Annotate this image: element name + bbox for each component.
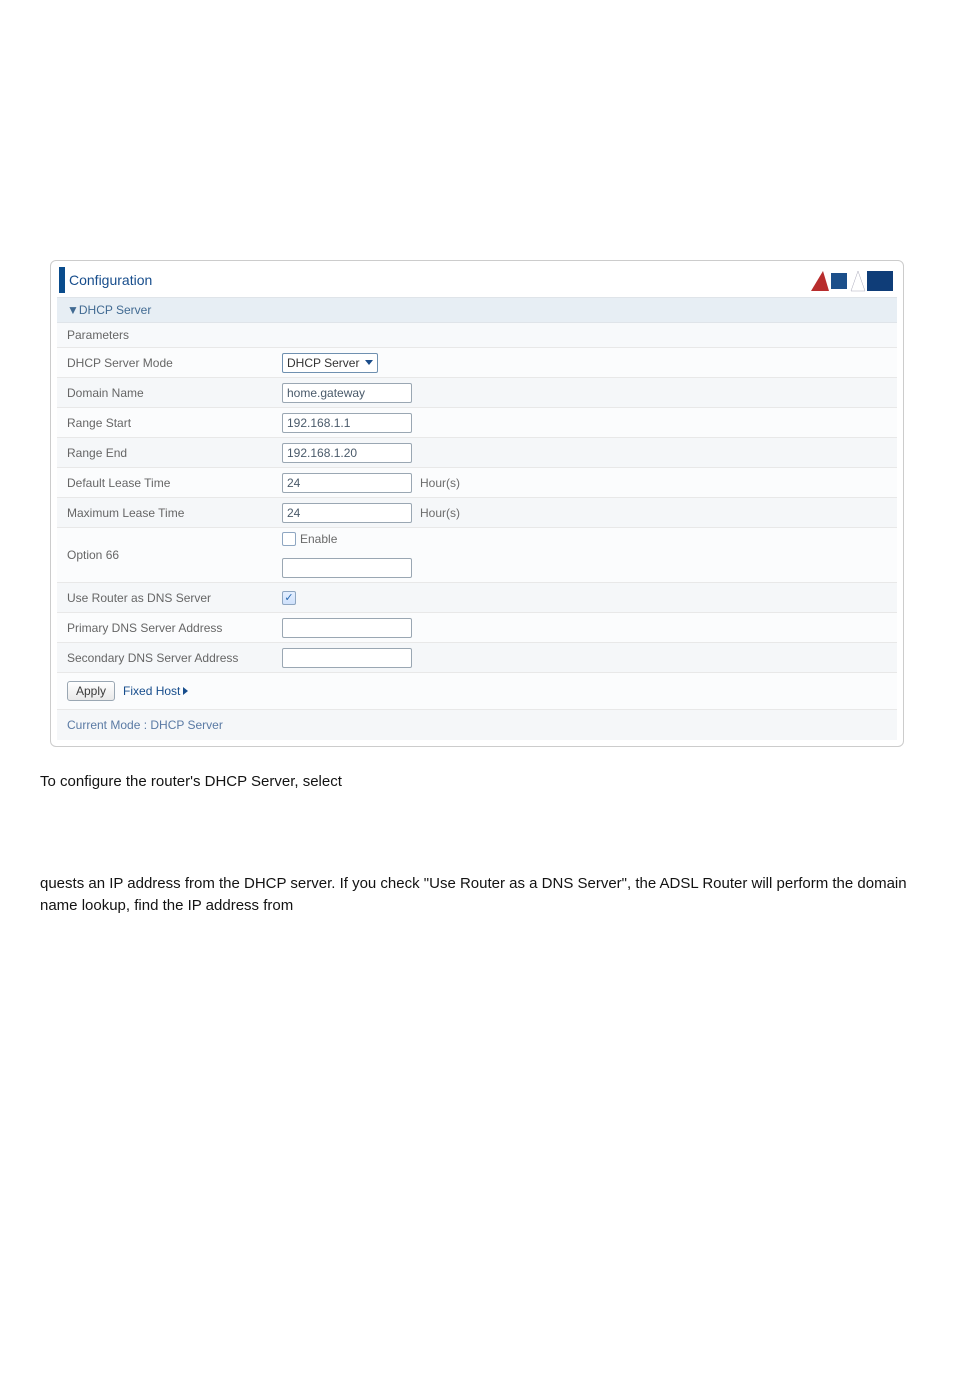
input-option66[interactable] xyxy=(282,558,412,578)
checkbox-use-router-dns[interactable]: ✓ xyxy=(282,591,296,605)
unit-max-lease: Hour(s) xyxy=(420,506,460,520)
panel-header-left: Configuration xyxy=(59,267,152,293)
label-option66: Option 66 xyxy=(57,542,282,568)
label-range-start: Range Start xyxy=(57,410,282,436)
input-default-lease[interactable] xyxy=(282,473,412,493)
row-secondary-dns: Secondary DNS Server Address xyxy=(57,643,897,673)
input-domain-name[interactable] xyxy=(282,383,412,403)
logo-icon xyxy=(809,265,893,295)
body-paragraph-1: To configure the router's DHCP Server, s… xyxy=(40,771,914,793)
row-domain-name: Domain Name xyxy=(57,378,897,408)
label-option66-enable: Enable xyxy=(300,532,337,546)
checkbox-option66[interactable] xyxy=(282,532,296,546)
input-secondary-dns[interactable] xyxy=(282,648,412,668)
cell-max-lease: Hour(s) xyxy=(282,499,897,527)
row-use-router-dns: Use Router as DNS Server ✓ xyxy=(57,583,897,613)
cell-domain-name xyxy=(282,379,897,407)
row-primary-dns: Primary DNS Server Address xyxy=(57,613,897,643)
brand-logo xyxy=(809,265,893,295)
label-dhcp-server-mode: DHCP Server Mode xyxy=(57,350,282,376)
option66-enable-wrap: Enable xyxy=(282,532,337,546)
label-range-end: Range End xyxy=(57,440,282,466)
label-primary-dns: Primary DNS Server Address xyxy=(57,615,282,641)
actions-row: Apply Fixed Host xyxy=(57,673,897,710)
fixed-host-link[interactable]: Fixed Host xyxy=(123,684,188,698)
label-default-lease: Default Lease Time xyxy=(57,470,282,496)
unit-default-lease: Hour(s) xyxy=(420,476,460,490)
label-max-lease: Maximum Lease Time xyxy=(57,500,282,526)
cell-range-start xyxy=(282,409,897,437)
parameters-header: Parameters xyxy=(57,323,897,348)
input-primary-dns[interactable] xyxy=(282,618,412,638)
page-body-text: To configure the router's DHCP Server, s… xyxy=(40,771,914,916)
accent-bar xyxy=(59,267,65,293)
fixed-host-label: Fixed Host xyxy=(123,684,180,698)
row-option66: Option 66 Enable xyxy=(57,528,897,583)
apply-button[interactable]: Apply xyxy=(67,681,115,701)
dhcp-section-header[interactable]: ▼DHCP Server xyxy=(57,297,897,323)
cell-secondary-dns xyxy=(282,644,897,672)
chevron-down-icon xyxy=(365,360,373,365)
current-mode: Current Mode : DHCP Server xyxy=(57,710,897,740)
label-domain-name: Domain Name xyxy=(57,380,282,406)
label-secondary-dns: Secondary DNS Server Address xyxy=(57,645,282,671)
row-dhcp-server-mode: DHCP Server Mode DHCP Server xyxy=(57,348,897,378)
cell-option66: Enable xyxy=(282,528,897,582)
panel-header: Configuration xyxy=(51,261,903,297)
select-dhcp-server-mode[interactable]: DHCP Server xyxy=(282,353,378,373)
body-paragraph-2: quests an IP address from the DHCP serve… xyxy=(40,873,914,917)
label-use-router-dns: Use Router as DNS Server xyxy=(57,585,282,611)
input-max-lease[interactable] xyxy=(282,503,412,523)
cell-dhcp-server-mode: DHCP Server xyxy=(282,349,897,377)
row-max-lease: Maximum Lease Time Hour(s) xyxy=(57,498,897,528)
row-range-start: Range Start xyxy=(57,408,897,438)
panel-title: Configuration xyxy=(69,272,152,288)
input-range-end[interactable] xyxy=(282,443,412,463)
panel-body: ▼DHCP Server Parameters DHCP Server Mode… xyxy=(51,297,903,746)
cell-primary-dns xyxy=(282,614,897,642)
chevron-right-icon xyxy=(183,687,188,695)
row-range-end: Range End xyxy=(57,438,897,468)
select-dhcp-server-mode-value: DHCP Server xyxy=(287,356,359,370)
row-default-lease: Default Lease Time Hour(s) xyxy=(57,468,897,498)
input-range-start[interactable] xyxy=(282,413,412,433)
cell-range-end xyxy=(282,439,897,467)
cell-use-router-dns: ✓ xyxy=(282,587,897,609)
cell-default-lease: Hour(s) xyxy=(282,469,897,497)
config-panel: Configuration ▼DHCP Server Parameters DH… xyxy=(50,260,904,747)
